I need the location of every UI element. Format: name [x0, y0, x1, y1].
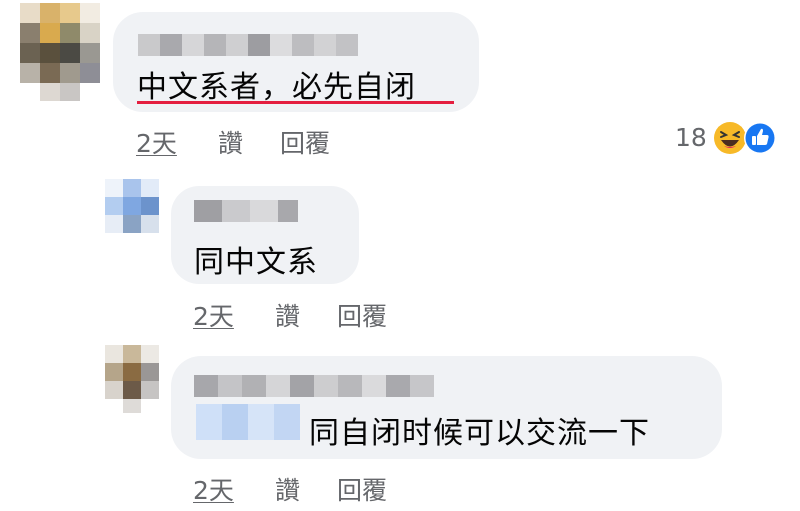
comment-text: 同自闭时候可以交流一下 — [309, 416, 650, 451]
reaction-count[interactable]: 18 — [675, 123, 707, 152]
like-button[interactable]: 讚 — [275, 471, 300, 507]
like-button[interactable]: 讚 — [275, 297, 300, 333]
reply-button[interactable]: 回覆 — [337, 297, 387, 333]
comment-timestamp[interactable]: 2天 — [193, 471, 234, 507]
like-icon[interactable] — [743, 121, 777, 155]
blurred-mention-tag[interactable] — [196, 404, 300, 440]
comment-text: 中文系者，必先自闭 — [137, 70, 416, 105]
reply-button[interactable]: 回覆 — [280, 124, 330, 160]
red-underline-annotation — [137, 101, 454, 104]
avatar[interactable] — [105, 345, 159, 415]
blurred-author-name[interactable] — [194, 375, 434, 397]
reply-button[interactable]: 回覆 — [337, 471, 387, 507]
blurred-author-name[interactable] — [194, 200, 298, 222]
avatar[interactable] — [20, 3, 102, 101]
haha-icon[interactable] — [713, 121, 747, 155]
avatar[interactable] — [105, 179, 159, 241]
comment-text: 同中文系 — [194, 245, 318, 280]
blurred-author-name[interactable] — [138, 34, 358, 56]
comment-timestamp[interactable]: 2天 — [136, 124, 177, 160]
comment-timestamp[interactable]: 2天 — [193, 297, 234, 333]
like-button[interactable]: 讚 — [218, 124, 243, 160]
